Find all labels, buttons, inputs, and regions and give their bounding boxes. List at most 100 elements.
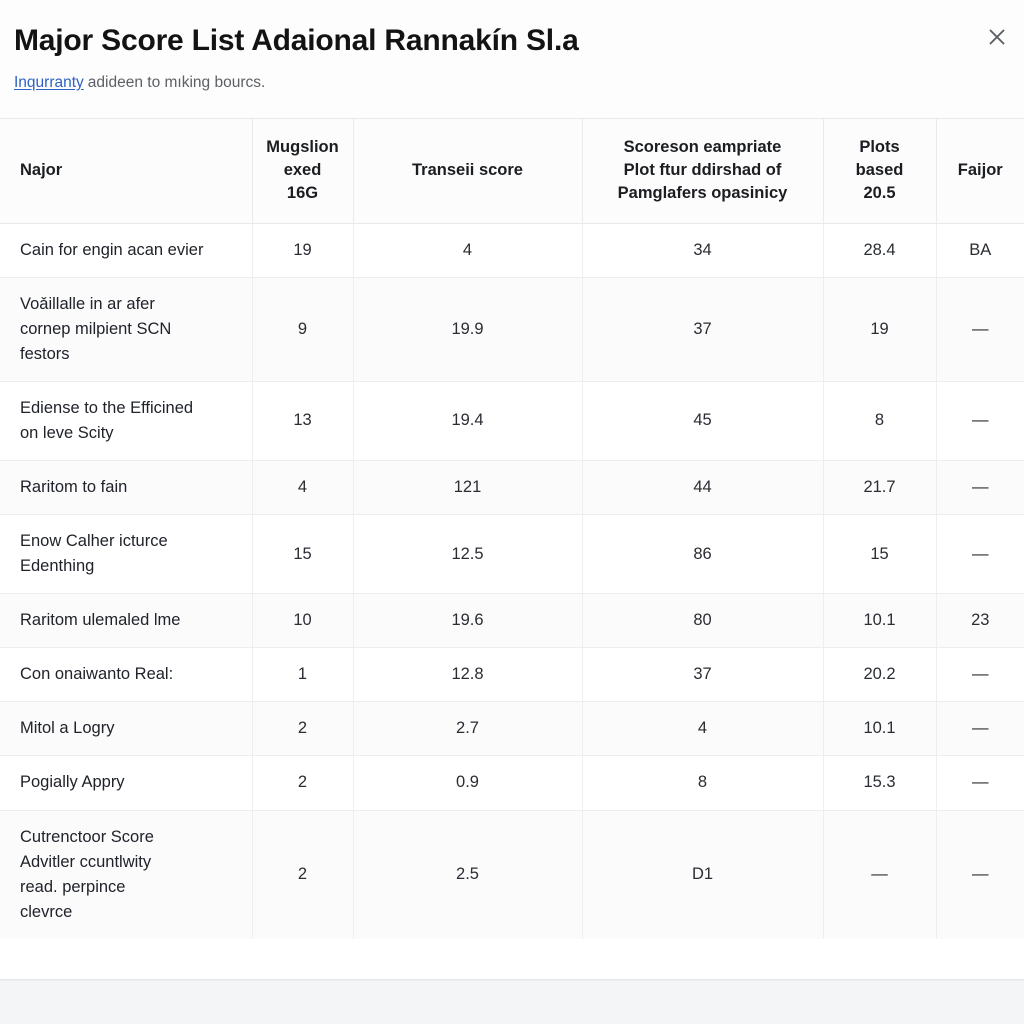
cell-scoreson: 44 [582, 460, 824, 516]
cell-mugslion: 10 [252, 593, 354, 649]
table-row[interactable]: Voǎillalle in ar afer cornep milpient SCN… [0, 277, 1024, 382]
cell-transeii: 4 [353, 223, 583, 278]
cell-line: Edenthing [20, 557, 95, 576]
column-header-line: Faijor [957, 161, 1003, 180]
cell-line: Enow Calher icturce [20, 532, 168, 551]
table-row[interactable]: Ediense to the Efficined on leve Scity 13 1… [0, 381, 1024, 461]
cell-line: on leve Scity [20, 423, 114, 442]
table-row[interactable]: Raritom to fain 4 121 44 21.7— [0, 460, 1024, 516]
close-icon [986, 26, 1008, 48]
column-header-line: Plots [859, 137, 900, 156]
close-button[interactable] [980, 20, 1014, 54]
bottom-strip [0, 980, 1024, 1024]
column-header-line: Transeii score [412, 161, 523, 180]
cell-transeii: 2.7 [353, 701, 583, 757]
table-row[interactable]: Cain for engin acan evier 19 4 34 28.4 BA [0, 223, 1024, 278]
table-row[interactable]: Enow Calher icturce Edenthing 15 12.5 86 15— [0, 514, 1024, 595]
cell-transeii: 19.6 [353, 593, 583, 649]
column-header-plots-based[interactable]: Plots based 20.5 [823, 119, 937, 224]
cell-transeii: 19.4 [353, 381, 583, 461]
cell-mugslion: 19 [252, 223, 354, 278]
cell-line: Raritom to fain [20, 477, 128, 496]
cell-plots: — [823, 810, 937, 939]
cell-plots: 20.2 [823, 647, 937, 703]
cell-scoreson: 4 [582, 701, 824, 757]
subtitle: Inqurranty adideen to mıking bourcs. [14, 73, 1000, 93]
column-header-transeii-score[interactable]: Transeii score [353, 119, 583, 224]
cell-line: Ediense to the Efficined [20, 398, 194, 417]
cell-line: clevrce [20, 902, 73, 921]
table-row[interactable]: Con onaiwanto Real: 1 12.8 37 20.2— [0, 647, 1024, 703]
modal-header: Major Score List Adaional Rannakín Sl.a … [0, 0, 1024, 118]
cell-najor: Cain for engin acan evier [0, 223, 253, 278]
cell-najor: Raritom ulemaled lme [0, 593, 253, 649]
modal-dialog: Major Score List Adaional Rannakín Sl.a … [0, 0, 1024, 1024]
table-header-row: Najor Mugslion exed 16G Transeii score S… [0, 119, 1024, 224]
cell-mugslion: 13 [252, 381, 354, 461]
cell-line: Mitol a Logry [20, 719, 115, 738]
column-header-line: Plot ftur ddirshad of [623, 161, 782, 180]
cell-line: Con onaiwanto Real: [20, 665, 174, 684]
cell-transeii: 12.5 [353, 514, 583, 595]
column-header-line: Pamglafers opasinicy [617, 184, 788, 203]
cell-scoreson: 8 [582, 755, 824, 811]
cell-line: Advitler ccuntlwity [20, 852, 152, 871]
column-header-najor[interactable]: Najor [0, 119, 253, 224]
cell-plots: 15.3 [823, 755, 937, 811]
cell-faijor: — [936, 810, 1024, 939]
table-body: Cain for engin acan evier 19 4 34 28.4 BA Voǎi… [0, 223, 1024, 939]
cell-plots: 8 [823, 381, 937, 461]
cell-transeii: 2.5 [353, 810, 583, 939]
cell-najor: Ediense to the Efficined on leve Scity [0, 381, 253, 461]
cell-plots: 21.7 [823, 460, 937, 516]
cell-najor: Enow Calher icturce Edenthing [0, 514, 253, 595]
cell-line: festors [20, 344, 70, 363]
column-header-line: 16G [286, 184, 319, 203]
cell-mugslion: 9 [252, 277, 354, 382]
column-header-line: Mugslion [266, 137, 339, 156]
cell-najor: Raritom to fain [0, 460, 253, 516]
column-header-line: exed [283, 161, 322, 180]
score-table-container: Najor Mugslion exed 16G Transeii score S… [0, 118, 1024, 980]
column-header-scoreson[interactable]: Scoreson eampriate Plot ftur ddirshad of… [582, 119, 824, 224]
column-header-faijor[interactable]: Faijor [936, 119, 1024, 224]
cell-transeii: 19.9 [353, 277, 583, 382]
cell-scoreson: 80 [582, 593, 824, 649]
cell-transeii: 0.9 [353, 755, 583, 811]
cell-faijor: — [936, 460, 1024, 516]
cell-faijor: — [936, 514, 1024, 595]
cell-faijor: 23 [936, 593, 1024, 649]
table-row[interactable]: Mitol a Logry 2 2.7 4 10.1— [0, 701, 1024, 757]
cell-scoreson: 37 [582, 277, 824, 382]
score-table: Najor Mugslion exed 16G Transeii score S… [0, 119, 1024, 939]
column-header-line: 20.5 [863, 184, 896, 203]
cell-faijor: — [936, 381, 1024, 461]
cell-faijor: BA [936, 223, 1024, 278]
cell-scoreson: D1 [582, 810, 824, 939]
column-header-line: Scoreson eampriate [623, 137, 782, 156]
cell-najor: Pogially Appry [0, 755, 253, 811]
table-row[interactable]: Cutrenctoor Score Advitler ccuntlwity read… [0, 810, 1024, 939]
cell-transeii: 121 [353, 460, 583, 516]
cell-najor: Mitol a Logry [0, 701, 253, 757]
cell-scoreson: 45 [582, 381, 824, 461]
cell-mugslion: 2 [252, 701, 354, 757]
cell-faijor: — [936, 277, 1024, 382]
cell-mugslion: 15 [252, 514, 354, 595]
cell-transeii: 12.8 [353, 647, 583, 703]
column-header-mugslion[interactable]: Mugslion exed 16G [252, 119, 354, 224]
cell-plots: 28.4 [823, 223, 937, 278]
cell-najor: Voǎillalle in ar afer cornep milpient SCN… [0, 277, 253, 382]
cell-faijor: — [936, 701, 1024, 757]
cell-scoreson: 86 [582, 514, 824, 595]
page-title: Major Score List Adaional Rannakín Sl.a [14, 24, 579, 57]
cell-line: read. perpince [20, 877, 126, 896]
cell-faijor: — [936, 647, 1024, 703]
table-row[interactable]: Raritom ulemaled lme 10 19.6 80 10.1 23 [0, 593, 1024, 649]
table-row[interactable]: Pogially Appry 2 0.9 8 15.3— [0, 755, 1024, 811]
subtitle-text: adideen to mıking bourcs. [87, 73, 266, 91]
subtitle-link[interactable]: Inqurranty [14, 74, 84, 91]
cell-najor: Con onaiwanto Real: [0, 647, 253, 703]
cell-mugslion: 1 [252, 647, 354, 703]
cell-line: Cutrenctoor Score [20, 827, 154, 846]
